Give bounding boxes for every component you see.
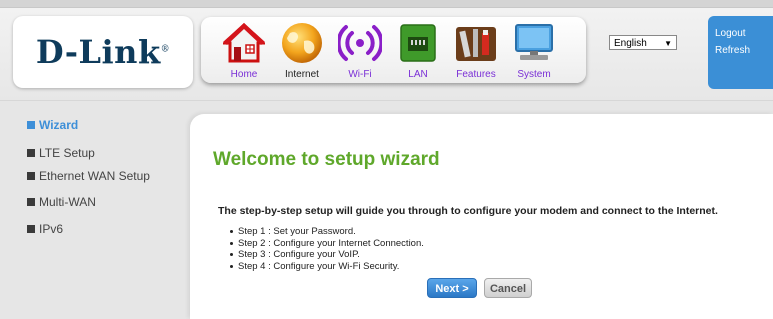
sidebar-item-ipv6[interactable]: IPv6 xyxy=(27,222,63,236)
nav-label: LAN xyxy=(408,69,428,80)
globe-icon xyxy=(282,23,322,63)
nav-wifi[interactable]: Wi-Fi xyxy=(335,21,385,81)
bullet-icon xyxy=(27,197,35,206)
nav-label: Wi-Fi xyxy=(348,69,372,80)
nav-label: Internet xyxy=(285,69,319,80)
bullet-icon xyxy=(27,148,35,157)
logout-link[interactable]: Logout xyxy=(708,25,773,42)
sidebar-item-label: IPv6 xyxy=(39,222,64,236)
account-panel: Logout Refresh xyxy=(708,16,773,89)
bullet-icon xyxy=(27,171,35,180)
sidebar-item-ethernet-wan[interactable]: Ethernet WAN Setup xyxy=(27,169,150,183)
chevron-down-icon: ▼ xyxy=(664,39,672,48)
list-item: Step 1 : Set your Password. xyxy=(230,226,424,238)
sidebar: Wizard LTE Setup Ethernet WAN Setup Mult… xyxy=(0,106,190,319)
logo: D-Link® xyxy=(13,16,193,88)
language-value: English xyxy=(614,38,647,49)
list-item: Step 4 : Configure your Wi-Fi Security. xyxy=(230,261,424,273)
cancel-button[interactable]: Cancel xyxy=(484,278,532,298)
nav-label: Features xyxy=(456,69,496,80)
main-content: Welcome to setup wizard The step-by-step… xyxy=(190,114,773,319)
logo-text: D-Link® xyxy=(35,33,171,71)
refresh-link[interactable]: Refresh xyxy=(708,42,773,59)
top-nav: Home Internet Wi-Fi LAN Features System xyxy=(201,17,586,83)
header-divider xyxy=(0,100,773,101)
bullet-icon xyxy=(27,120,35,129)
sidebar-item-label: Multi-WAN xyxy=(39,195,96,209)
top-border xyxy=(0,0,773,8)
nav-label: Home xyxy=(230,69,258,80)
nav-system[interactable]: System xyxy=(509,21,559,81)
home-icon xyxy=(223,22,265,63)
steps-list: Step 1 : Set your Password. Step 2 : Con… xyxy=(230,226,424,273)
list-item: Step 2 : Configure your Internet Connect… xyxy=(230,237,424,249)
wifi-icon xyxy=(338,25,382,61)
bullet-icon xyxy=(27,224,35,233)
computer-icon xyxy=(515,24,553,60)
sidebar-item-label: LTE Setup xyxy=(39,146,95,160)
page-title: Welcome to setup wizard xyxy=(213,149,440,170)
sidebar-item-multi-wan[interactable]: Multi-WAN xyxy=(27,195,96,209)
list-item: Step 3 : Configure your VoIP. xyxy=(230,249,424,261)
registered-mark: ® xyxy=(160,44,171,55)
nav-features[interactable]: Features xyxy=(451,21,501,81)
lan-icon xyxy=(400,24,436,62)
sidebar-item-wizard[interactable]: Wizard xyxy=(27,118,78,132)
language-select[interactable]: English ▼ xyxy=(609,35,677,50)
tools-icon xyxy=(456,27,496,61)
nav-home[interactable]: Home xyxy=(219,21,269,81)
next-button[interactable]: Next > xyxy=(427,278,477,298)
sidebar-item-label: Ethernet WAN Setup xyxy=(39,169,150,183)
sidebar-item-label: Wizard xyxy=(39,118,79,132)
nav-lan[interactable]: LAN xyxy=(393,21,443,81)
sidebar-item-lte-setup[interactable]: LTE Setup xyxy=(27,146,95,160)
nav-internet[interactable]: Internet xyxy=(277,21,327,81)
nav-label: System xyxy=(517,69,551,80)
intro-text: The step-by-step setup will guide you th… xyxy=(218,205,718,217)
router-admin-page: D-Link® Home Internet Wi-Fi LAN Features… xyxy=(0,0,773,319)
